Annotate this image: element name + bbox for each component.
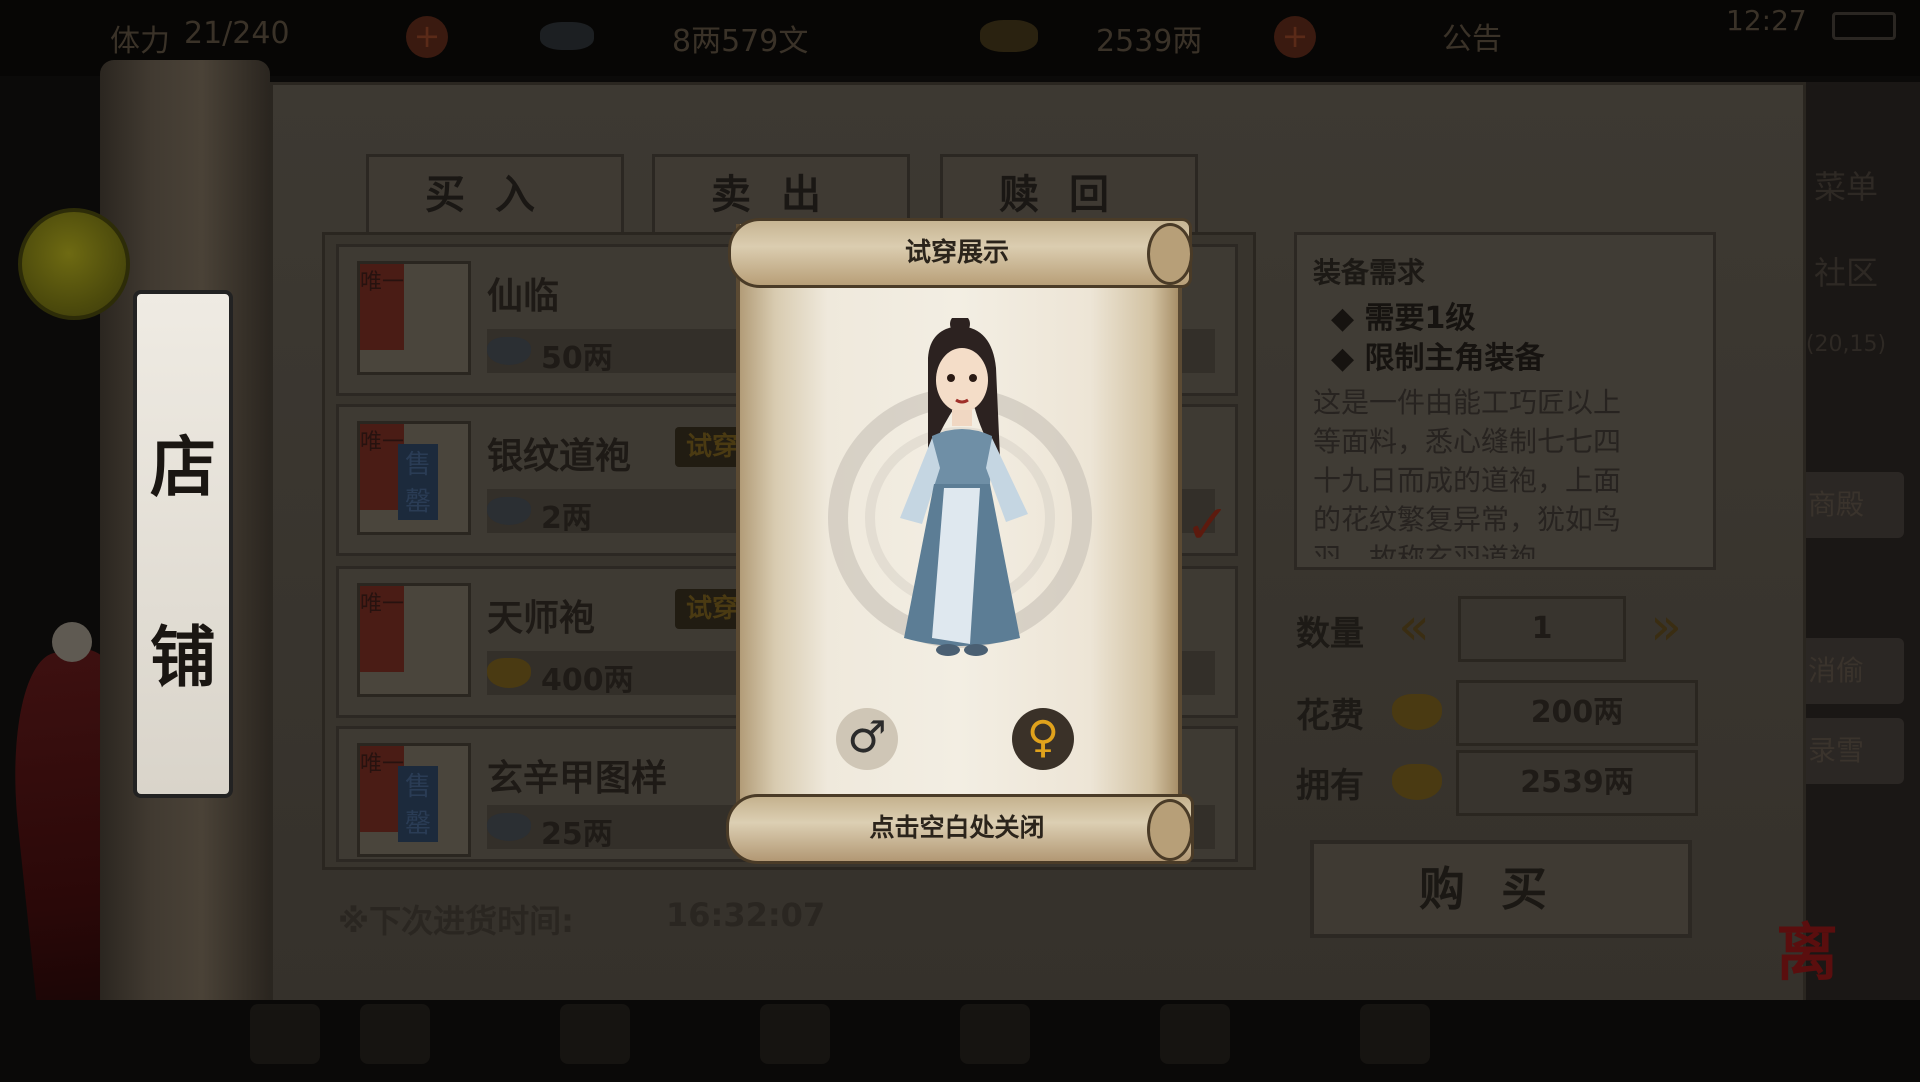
silver-amount: 8两579文 [672,24,809,59]
increase-quantity-button[interactable]: » [1636,596,1696,658]
owned-label: 拥有 [1296,766,1364,806]
item-name: 天师袍 [487,598,596,639]
equipment-requirements: 装备需求 ◆ 需要1级 ◆ 限制主角装备 这是一件由能工巧匠以上 等面料，悉心缝… [1294,232,1716,570]
owned-value: 2539两 [1456,750,1698,816]
toolbar-button[interactable] [560,1004,630,1064]
shop-sign: 店 铺 [133,290,233,798]
silver-ingot-icon [540,22,594,50]
sold-out-stamp: 售罄 [398,444,438,520]
item-name: 仙临 [487,276,560,317]
requirements-title: 装备需求 [1313,256,1426,289]
shop-sign-char-1: 店 [150,428,216,506]
toolbar-button[interactable] [360,1004,430,1064]
description-line: 的花纹繁复异常，犹如鸟 [1313,503,1622,536]
item-price: 25两 [541,817,613,852]
description-line: 羽，故称玄羽道袍。 [1313,542,1566,559]
toolbar-button[interactable] [960,1004,1030,1064]
item-name: 银纹道袍 [487,436,632,477]
sword-icon: 唯一 [357,261,471,375]
robe-icon: 唯一 [357,583,471,697]
stamina-label: 体力 [110,24,170,59]
description-line: 十九日而成的道袍，上面 [1313,464,1622,497]
toolbar-button[interactable] [250,1004,320,1064]
silver-ingot-icon [487,497,531,525]
item-name: 玄辛甲图样 [487,758,668,799]
quantity-label: 数量 [1296,614,1364,654]
unique-badge: 唯一 [360,264,404,350]
bead-decoration [52,622,92,662]
jade-coin-icon [18,208,130,320]
popup-title: 试穿展示 [904,238,1009,268]
gold-ingot-icon [487,658,531,688]
top-status-bar: 体力 21/240 + 8两579文 2539两 + 公告 12:27 [0,0,1920,76]
requirement-level: ◆ 需要1级 [1331,301,1476,336]
cost-label: 花费 [1296,696,1364,736]
gold-amount: 2539两 [1096,24,1203,59]
item-price: 2两 [541,501,592,536]
notice-button[interactable]: 公告 [1442,14,1502,58]
unique-badge: 唯一 [360,586,404,672]
decrease-quantity-button[interactable]: « [1384,596,1444,658]
buy-button[interactable]: 购买 [1310,840,1692,938]
leave-button[interactable]: 离开 [1776,902,1858,1079]
item-price: 400两 [541,663,634,698]
item-price: 50两 [541,341,613,376]
gold-ingot-icon [1392,764,1442,800]
battery-icon [1832,12,1896,40]
item-description: 这是一件由能工巧匠以上 等面料，悉心缝制七七四 十九日而成的道袍，上面 的花纹繁… [1313,383,1703,559]
restock-time: 16:32:07 [666,896,826,934]
close-hint[interactable]: 点击空白处关闭 [726,808,1188,844]
robe-icon: 唯一 售罄 [357,421,471,535]
toolbar-button[interactable] [1160,1004,1230,1064]
quantity-field[interactable]: 1 [1458,596,1626,662]
add-stamina-button[interactable]: + [406,16,448,58]
tab-buy[interactable]: 买入 [366,154,624,233]
checkmark-icon: ✓ [1185,493,1231,556]
bottom-toolbar [0,1000,1920,1080]
stamina-value: 21/240 [184,16,290,51]
toolbar-button[interactable] [1360,1004,1430,1064]
scroll-pattern-icon: 唯一 售罄 [357,743,471,857]
silver-ingot-icon [487,337,531,365]
description-line: 等面料，悉心缝制七七四 [1313,425,1622,458]
restock-label: ※下次进货时间: [338,902,574,940]
requirement-restriction: ◆ 限制主角装备 [1331,341,1545,376]
female-toggle-button[interactable]: ♀ [1012,708,1074,770]
gold-ingot-icon [980,20,1038,52]
toolbar-button[interactable] [760,1004,830,1064]
silver-ingot-icon [487,813,531,841]
cost-value: 200两 [1456,680,1698,746]
shop-sign-char-2: 铺 [150,618,216,696]
character-preview [828,318,1092,656]
add-gold-button[interactable]: + [1274,16,1316,58]
clock: 12:27 [1726,4,1807,37]
male-toggle-button[interactable]: ♂ [836,708,898,770]
gold-ingot-icon [1392,694,1442,730]
description-line: 这是一件由能工巧匠以上 [1313,386,1622,419]
sold-out-stamp: 售罄 [398,766,438,842]
